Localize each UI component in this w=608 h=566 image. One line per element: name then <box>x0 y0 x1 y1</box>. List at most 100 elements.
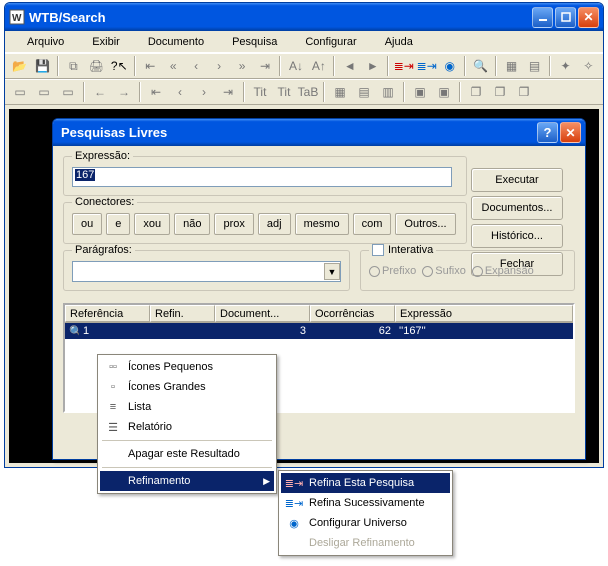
menu-arquivo[interactable]: Arquivo <box>15 34 76 50</box>
help-cursor-icon[interactable]: ?↖ <box>109 55 130 77</box>
globe-icon[interactable]: ◉ <box>439 55 460 77</box>
col-refin[interactable]: Refin. <box>150 305 215 322</box>
win-c-icon[interactable]: ▭ <box>57 81 79 103</box>
close-button[interactable]: ✕ <box>578 7 599 28</box>
historico-button[interactable]: Histórico... <box>471 224 563 248</box>
last-icon[interactable]: ⇥ <box>255 55 276 77</box>
menu-icones-pequenos[interactable]: ▫▫Ícones Pequenos <box>100 357 274 377</box>
expansao-radio[interactable]: Expansão <box>472 265 534 277</box>
menu-lista[interactable]: ≡Lista <box>100 397 274 417</box>
executar-button[interactable]: Executar <box>471 168 563 192</box>
menu-exibir[interactable]: Exibir <box>80 34 132 50</box>
prefixo-radio[interactable]: Prefixo <box>369 265 416 277</box>
prev-fast-icon[interactable]: « <box>163 55 184 77</box>
result-row[interactable]: 🔍 1 3 62 ''167'' <box>65 323 573 339</box>
next-fast-icon[interactable]: » <box>232 55 253 77</box>
prev-icon[interactable]: ‹ <box>186 55 207 77</box>
star-b-icon[interactable]: ✧ <box>578 55 599 77</box>
dialog-help-button[interactable]: ? <box>537 122 558 143</box>
conn-com[interactable]: com <box>353 213 392 235</box>
tit-b-icon[interactable]: Tit <box>273 81 295 103</box>
conn-adj[interactable]: adj <box>258 213 291 235</box>
stack-a-icon[interactable]: ❐ <box>465 81 487 103</box>
sufixo-radio[interactable]: Sufixo <box>422 265 466 277</box>
menu-configurar[interactable]: Configurar <box>293 34 368 50</box>
tit-a-icon[interactable]: Tit <box>249 81 271 103</box>
conn-prox[interactable]: prox <box>214 213 253 235</box>
refine-blue-icon[interactable]: ≣⇥ <box>416 55 437 77</box>
para-first-icon[interactable]: ⇤ <box>145 81 167 103</box>
conn-ou[interactable]: ou <box>72 213 102 235</box>
star-a-icon[interactable]: ✦ <box>555 55 576 77</box>
conn-xou[interactable]: xou <box>134 213 170 235</box>
refine-blue-icon: ≣⇥ <box>285 497 303 510</box>
col-document[interactable]: Document... <box>215 305 310 322</box>
col-expressao[interactable]: Expressão <box>395 305 573 322</box>
save-icon[interactable]: 💾 <box>32 55 53 77</box>
fwd-icon[interactable]: → <box>113 81 135 103</box>
interativa-checkbox[interactable]: Interativa <box>369 244 436 256</box>
menu-refina-esta[interactable]: ≣⇥Refina Esta Pesquisa <box>281 473 450 493</box>
menu-apagar-resultado[interactable]: Apagar este Resultado <box>100 444 274 464</box>
tab-icon[interactable]: TaB <box>297 81 319 103</box>
para-last-icon[interactable]: ⇥ <box>217 81 239 103</box>
grid-a-icon[interactable]: ▦ <box>329 81 351 103</box>
col-ocorrencias[interactable]: Ocorrências <box>310 305 395 322</box>
expression-input[interactable]: 167 <box>72 167 452 187</box>
documentos-button[interactable]: Documentos... <box>471 196 563 220</box>
report-icon: ☰ <box>104 421 122 434</box>
paragraphs-select[interactable]: ▼ <box>72 261 341 282</box>
stack-b-icon[interactable]: ❐ <box>489 81 511 103</box>
tool-a-icon[interactable]: ▦ <box>501 55 522 77</box>
connectors-label: Conectores: <box>72 196 137 208</box>
menu-refinamento[interactable]: Refinamento▶ <box>100 471 274 491</box>
layer-b-icon[interactable]: ▣ <box>433 81 455 103</box>
sort-asc-icon[interactable]: A↓ <box>285 55 306 77</box>
conn-outros[interactable]: Outros... <box>395 213 455 235</box>
next-icon[interactable]: › <box>209 55 230 77</box>
dialog-close-button[interactable]: ✕ <box>560 122 581 143</box>
copy-icon[interactable]: ⧉ <box>63 55 84 77</box>
minimize-button[interactable] <box>532 7 553 28</box>
stack-c-icon[interactable]: ❐ <box>513 81 535 103</box>
dropdown-arrow-icon[interactable]: ▼ <box>324 263 340 280</box>
refine-red-icon[interactable]: ≣⇥ <box>393 55 414 77</box>
layer-a-icon[interactable]: ▣ <box>409 81 431 103</box>
window-title: WTB/Search <box>29 10 532 25</box>
win-a-icon[interactable]: ▭ <box>9 81 31 103</box>
para-prev-icon[interactable]: ‹ <box>169 81 191 103</box>
menu-relatorio[interactable]: ☰Relatório <box>100 417 274 437</box>
back-icon[interactable]: ← <box>89 81 111 103</box>
conn-mesmo[interactable]: mesmo <box>295 213 349 235</box>
grid-b-icon[interactable]: ▤ <box>353 81 375 103</box>
expression-group: Expressão: 167 <box>63 156 467 196</box>
sort-desc-icon[interactable]: A↑ <box>308 55 329 77</box>
magnifier-icon: 🔍 <box>65 325 79 338</box>
col-referencia[interactable]: Referência <box>65 305 150 322</box>
maximize-button[interactable] <box>555 7 576 28</box>
grid-c-icon[interactable]: ▥ <box>377 81 399 103</box>
flag-right-icon[interactable]: ► <box>362 55 383 77</box>
menu-pesquisa[interactable]: Pesquisa <box>220 34 289 50</box>
main-titlebar[interactable]: W WTB/Search ✕ <box>5 3 603 31</box>
conn-e[interactable]: e <box>106 213 130 235</box>
win-b-icon[interactable]: ▭ <box>33 81 55 103</box>
menu-configurar-universo[interactable]: ◉Configurar Universo <box>281 513 450 533</box>
cell-ref: 1 <box>79 325 150 337</box>
flag-left-icon[interactable]: ◄ <box>339 55 360 77</box>
menu-documento[interactable]: Documento <box>136 34 216 50</box>
first-icon[interactable]: ⇤ <box>140 55 161 77</box>
connectors-group: Conectores: ou e xou não prox adj mesmo … <box>63 202 467 244</box>
context-menu-refinamento: ≣⇥Refina Esta Pesquisa ≣⇥Refina Sucessiv… <box>278 470 453 556</box>
open-icon[interactable]: 📂 <box>9 55 30 77</box>
tool-b-icon[interactable]: ▤ <box>524 55 545 77</box>
conn-nao[interactable]: não <box>174 213 210 235</box>
print-icon[interactable]: 🖨 <box>86 55 107 77</box>
search-icon[interactable]: 🔍 <box>470 55 491 77</box>
para-next-icon[interactable]: › <box>193 81 215 103</box>
menu-icones-grandes[interactable]: ▫Ícones Grandes <box>100 377 274 397</box>
dialog-titlebar[interactable]: Pesquisas Livres ? ✕ <box>53 119 585 146</box>
menu-refina-sucessivamente[interactable]: ≣⇥Refina Sucessivamente <box>281 493 450 513</box>
menu-desligar-refinamento: Desligar Refinamento <box>281 533 450 553</box>
menu-ajuda[interactable]: Ajuda <box>373 34 425 50</box>
